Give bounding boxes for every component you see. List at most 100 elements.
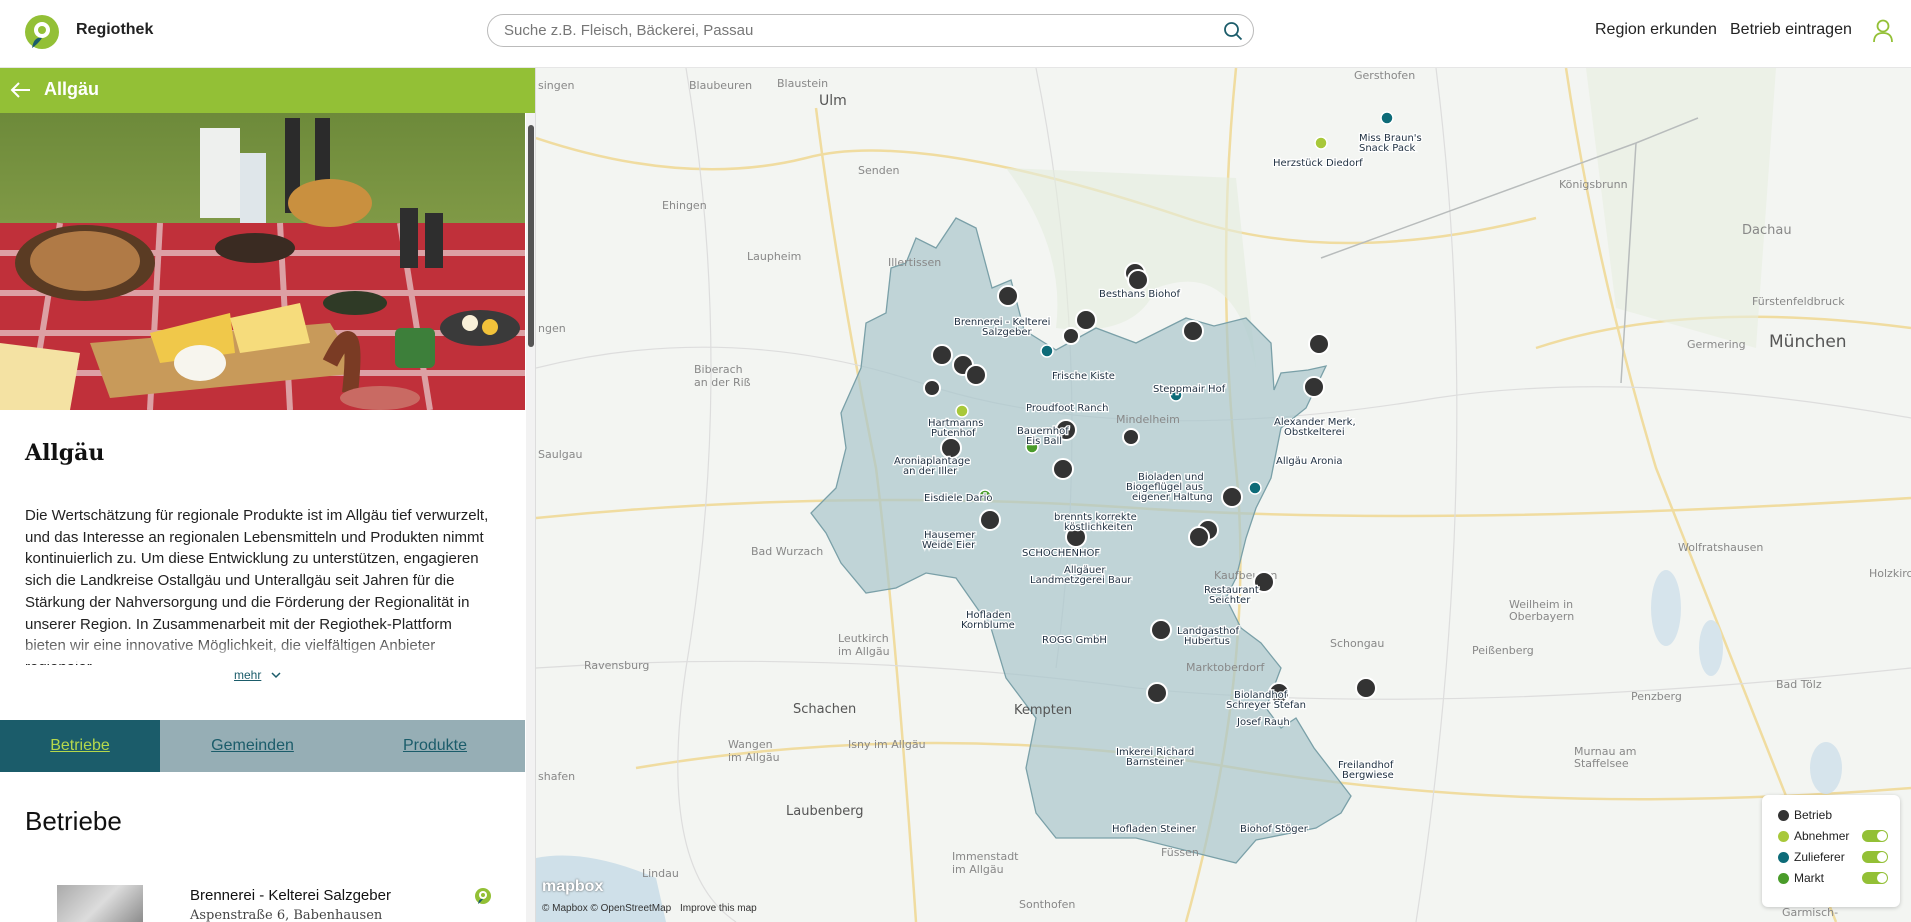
svg-text:Herzstück Diedorf: Herzstück Diedorf (1273, 158, 1363, 169)
legend-item-abnehmer: Abnehmer (1778, 828, 1849, 844)
region-hero-image (0, 113, 525, 410)
back-arrow-icon[interactable] (10, 80, 32, 100)
brand-name[interactable]: Regiothek (76, 21, 153, 39)
svg-text:Mindelheim: Mindelheim (1116, 413, 1180, 426)
map-svg[interactable]: singen Blaubeuren Blaustein Ulm Gersthof… (536, 68, 1911, 922)
svg-text:Penzberg: Penzberg (1631, 690, 1682, 703)
svg-text:Gersthofen: Gersthofen (1354, 69, 1415, 82)
svg-text:Laubenberg: Laubenberg (786, 804, 864, 819)
svg-text:Hofladen Steiner: Hofladen Steiner (1112, 824, 1197, 835)
tab-gemeinden[interactable]: Gemeinden (160, 720, 345, 772)
svg-text:köstlichkeiten: köstlichkeiten (1064, 522, 1133, 533)
svg-text:Blaustein: Blaustein (777, 77, 828, 90)
svg-text:Allgäu Aronia: Allgäu Aronia (1276, 456, 1342, 467)
svg-text:Lindau: Lindau (642, 867, 679, 880)
region-panel: Allgäu Allgäu Die Wertschätzung für regi… (0, 68, 536, 922)
search-bar[interactable] (487, 14, 1254, 47)
svg-text:Proudfoot Ranch: Proudfoot Ranch (1026, 403, 1108, 414)
svg-text:Immenstadt: Immenstadt (952, 850, 1019, 863)
legend-label: Zulieferer (1794, 850, 1845, 864)
markt-toggle[interactable] (1862, 872, 1888, 884)
svg-text:Schachen: Schachen (793, 702, 856, 717)
regiothek-badge-icon (475, 888, 491, 904)
svg-text:Putenhof: Putenhof (931, 428, 976, 439)
svg-text:an der Riß: an der Riß (694, 376, 751, 389)
svg-text:SCHOCHENHOF: SCHOCHENHOF (1022, 548, 1100, 559)
top-header: Regiothek Region erkunden Betrieb eintra… (0, 0, 1911, 68)
svg-text:Staffelsee: Staffelsee (1574, 757, 1629, 770)
business-name[interactable]: Brennerei - Kelterei Salzgeber (190, 887, 391, 904)
abnehmer-toggle[interactable] (1862, 830, 1888, 842)
svg-text:Landmetzgerei Baur: Landmetzgerei Baur (1030, 575, 1132, 586)
svg-text:Senden: Senden (858, 164, 899, 177)
svg-text:Biohof Stöger: Biohof Stöger (1240, 824, 1309, 835)
svg-text:Illertissen: Illertissen (888, 256, 941, 269)
svg-text:eigener Haltung: eigener Haltung (1132, 492, 1213, 503)
mapbox-logo: mapbox (542, 878, 604, 895)
svg-text:Bad Wurzach: Bad Wurzach (751, 545, 823, 558)
panel-title: Allgäu (44, 79, 100, 99)
svg-text:singen: singen (538, 79, 575, 92)
svg-text:ngen: ngen (538, 322, 566, 335)
svg-text:Obstkelterei: Obstkelterei (1284, 427, 1345, 438)
svg-text:Saulgau: Saulgau (538, 448, 582, 461)
attribution-text[interactable]: © Mapbox © OpenStreetMap (542, 903, 671, 914)
betrieb-dot-icon (1778, 809, 1789, 821)
scrollbar-thumb[interactable] (528, 125, 534, 347)
svg-text:Holzkirchen: Holzkirchen (1869, 567, 1911, 580)
svg-text:Laupheim: Laupheim (747, 250, 801, 263)
legend-item-betrieb: Betrieb (1778, 807, 1832, 823)
svg-text:Weide Eier: Weide Eier (922, 540, 976, 551)
zulieferer-toggle[interactable] (1862, 851, 1888, 863)
svg-text:Marktoberdorf: Marktoberdorf (1186, 661, 1265, 674)
svg-text:Ehingen: Ehingen (662, 199, 707, 212)
svg-text:Blaubeuren: Blaubeuren (689, 79, 752, 92)
svg-text:Ravensburg: Ravensburg (584, 659, 649, 672)
chevron-down-icon[interactable] (270, 670, 282, 680)
nav-betrieb-eintragen[interactable]: Betrieb eintragen (1730, 21, 1852, 39)
more-link[interactable]: mehr (234, 668, 261, 682)
svg-text:Füssen: Füssen (1161, 846, 1199, 859)
svg-text:im Allgäu: im Allgäu (952, 863, 1004, 876)
user-icon[interactable] (1872, 19, 1894, 43)
svg-text:an der Iller: an der Iller (903, 466, 958, 477)
business-address: Aspenstraße 6, Babenhausen (190, 908, 383, 922)
svg-text:Kornblume: Kornblume (961, 620, 1015, 631)
region-title: Allgäu (25, 440, 105, 466)
section-title: Betriebe (25, 806, 122, 836)
map-attribution: © Mapbox © OpenStreetMap Improve this ma… (542, 903, 757, 914)
svg-text:Besthans Biohof: Besthans Biohof (1099, 289, 1181, 300)
svg-text:Eis Ball: Eis Ball (1026, 436, 1062, 447)
svg-text:im Allgäu: im Allgäu (838, 645, 890, 658)
svg-text:Bad Tölz: Bad Tölz (1776, 678, 1822, 691)
tab-produkte[interactable]: Produkte (345, 720, 525, 772)
svg-text:Eisdiele Dario: Eisdiele Dario (924, 493, 993, 504)
svg-text:Wangen: Wangen (728, 738, 773, 751)
svg-text:im Allgäu: im Allgäu (728, 751, 780, 764)
svg-text:Isny im Allgäu: Isny im Allgäu (848, 738, 926, 751)
improve-map-link[interactable]: Improve this map (680, 903, 757, 914)
svg-text:Frische Kiste: Frische Kiste (1052, 371, 1115, 382)
regiothek-logo[interactable] (24, 14, 60, 50)
svg-text:Biberach: Biberach (694, 363, 743, 376)
nav-region-erkunden[interactable]: Region erkunden (1595, 21, 1717, 39)
svg-text:Fürstenfeldbruck: Fürstenfeldbruck (1752, 295, 1845, 308)
list-item[interactable]: Brennerei - Kelterei Salzgeber Aspenstra… (0, 873, 525, 922)
svg-text:Ulm: Ulm (819, 93, 847, 109)
svg-text:Königsbrunn: Königsbrunn (1559, 178, 1628, 191)
svg-text:shafen: shafen (538, 770, 575, 783)
zulieferer-dot-icon (1778, 851, 1789, 863)
svg-text:Peißenberg: Peißenberg (1472, 644, 1534, 657)
panel-scrollbar[interactable] (526, 113, 535, 922)
svg-text:Salzgeber: Salzgeber (982, 327, 1033, 338)
business-thumbnail[interactable] (57, 885, 143, 922)
search-icon[interactable] (1223, 21, 1243, 41)
search-input[interactable] (504, 15, 1204, 46)
legend-item-zulieferer: Zulieferer (1778, 849, 1845, 865)
svg-text:ROGG GmbH: ROGG GmbH (1042, 635, 1107, 646)
map-canvas[interactable]: singen Blaubeuren Blaustein Ulm Gersthof… (536, 68, 1911, 922)
svg-text:Sonthofen: Sonthofen (1019, 898, 1075, 911)
tab-betriebe[interactable]: Betriebe (0, 720, 160, 772)
abnehmer-dot-icon (1778, 830, 1789, 842)
svg-text:Barnsteiner: Barnsteiner (1126, 757, 1185, 768)
